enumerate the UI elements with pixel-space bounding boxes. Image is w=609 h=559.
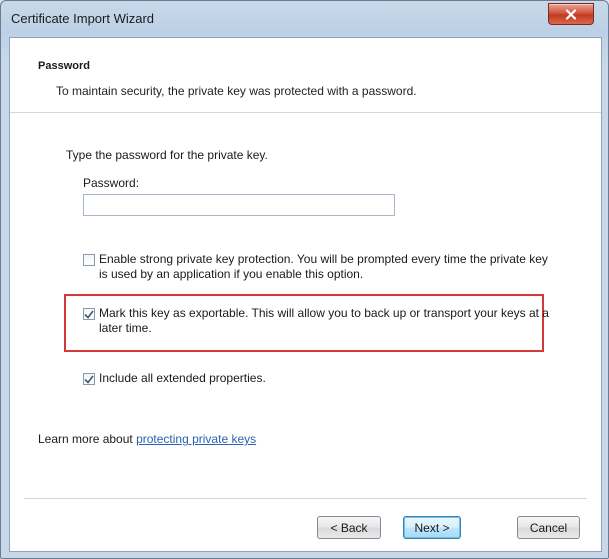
extended-properties-checkbox[interactable] (83, 373, 95, 385)
wizard-client-area: Password To maintain security, the priva… (9, 37, 602, 552)
password-field[interactable] (83, 194, 395, 216)
password-label: Password: (83, 176, 140, 190)
wizard-header: Password To maintain security, the priva… (10, 38, 601, 113)
checkmark-icon (84, 375, 94, 384)
strong-protection-option[interactable]: Enable strong private key protection. Yo… (83, 252, 549, 282)
window-title: Certificate Import Wizard (11, 10, 155, 26)
title-bar[interactable]: Certificate Import Wizard (1, 1, 608, 35)
page-title: Password (38, 60, 90, 72)
strong-protection-checkbox[interactable] (83, 254, 95, 266)
learn-more: Learn more about protecting private keys (38, 432, 256, 446)
extended-properties-option[interactable]: Include all extended properties. (83, 371, 549, 386)
cancel-button[interactable]: Cancel (517, 516, 580, 539)
exportable-label: Mark this key as exportable. This will a… (99, 306, 549, 335)
wizard-window: Certificate Import Wizard Password To ma… (0, 0, 609, 559)
exportable-checkbox[interactable] (83, 308, 95, 320)
checkmark-icon (84, 310, 94, 319)
strong-protection-label: Enable strong private key protection. Yo… (99, 252, 548, 281)
learn-more-link[interactable]: protecting private keys (136, 432, 256, 446)
back-button[interactable]: < Back (317, 516, 381, 539)
close-icon (565, 8, 577, 20)
extended-properties-label: Include all extended properties. (99, 371, 266, 385)
footer-divider (24, 498, 587, 499)
learn-more-prefix: Learn more about (38, 432, 137, 446)
exportable-option[interactable]: Mark this key as exportable. This will a… (83, 306, 549, 336)
close-button[interactable] (548, 3, 594, 25)
next-button[interactable]: Next > (403, 516, 461, 539)
password-prompt: Type the password for the private key. (66, 148, 268, 162)
page-description: To maintain security, the private key wa… (56, 84, 417, 98)
